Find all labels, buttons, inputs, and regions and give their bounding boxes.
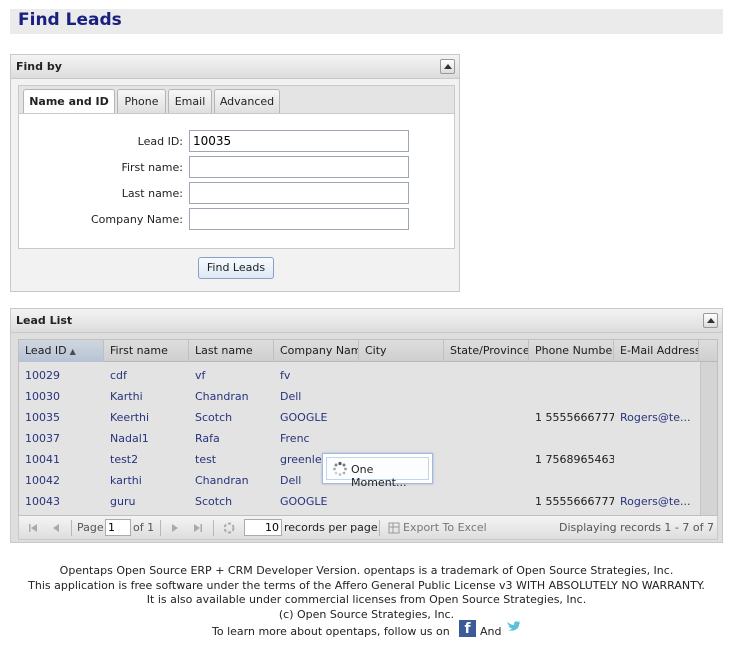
- page-count-label: of 1: [133, 521, 155, 534]
- tab-email[interactable]: Email: [168, 89, 212, 114]
- company-name-label: Company Name:: [91, 213, 183, 226]
- page-size-input[interactable]: [244, 519, 282, 536]
- next-page-icon[interactable]: [168, 521, 182, 535]
- footer: Opentaps Open Source ERP + CRM Developer…: [0, 564, 733, 623]
- first-page-icon[interactable]: [26, 521, 40, 535]
- facebook-icon[interactable]: f: [459, 620, 476, 637]
- refresh-icon[interactable]: [222, 521, 236, 535]
- and-text: And: [480, 625, 502, 638]
- page-label: Page: [77, 521, 104, 534]
- toolbar-separator: [379, 520, 380, 536]
- find-by-form: Lead ID: First name: Last name: Company …: [18, 113, 455, 249]
- tab-name-and-id[interactable]: Name and ID: [23, 89, 115, 115]
- lead-grid: Lead ID ▲ First name Last name Company Na…: [18, 339, 718, 516]
- page-title: Find Leads: [18, 10, 122, 30]
- last-name-label: Last name:: [121, 187, 183, 200]
- chevron-up-icon: [707, 318, 715, 323]
- lead-id-label: Lead ID:: [137, 135, 183, 148]
- follow-us: To learn more about opentaps, follow us …: [0, 620, 733, 642]
- last-page-icon[interactable]: [191, 521, 205, 535]
- find-by-tabs: Name and ID Phone Email Advanced: [18, 85, 455, 115]
- collapse-find-by-button[interactable]: [440, 59, 455, 74]
- lead-id-input[interactable]: [189, 130, 409, 152]
- spinner-icon: [333, 461, 347, 476]
- export-excel-button[interactable]: Export To Excel: [403, 521, 487, 534]
- lead-list-header: Lead List: [11, 309, 722, 333]
- loading-indicator: One Moment...: [322, 453, 433, 489]
- toolbar-separator: [160, 520, 161, 536]
- loading-box: One Moment...: [326, 457, 429, 489]
- find-by-title: Find by: [16, 60, 62, 73]
- records-per-page-label: records per page.: [284, 521, 382, 534]
- first-name-label: First name:: [121, 161, 183, 174]
- loading-text: One Moment...: [351, 463, 407, 489]
- find-by-panel: Find by Name and ID Phone Email Advanced…: [10, 54, 460, 292]
- first-name-input[interactable]: [189, 156, 409, 178]
- displaying-records-label: Displaying records 1 - 7 of 7: [559, 521, 714, 534]
- collapse-lead-list-button[interactable]: [703, 313, 718, 328]
- lead-list-panel: Lead List Lead ID ▲ First name Last name …: [10, 308, 723, 543]
- lead-list-title: Lead List: [16, 314, 73, 327]
- follow-us-text: To learn more about opentaps, follow us …: [212, 625, 450, 638]
- company-name-input[interactable]: [189, 208, 409, 230]
- previous-page-icon[interactable]: [49, 521, 63, 535]
- chevron-up-icon: [444, 64, 452, 69]
- footer-line: Opentaps Open Source ERP + CRM Developer…: [59, 564, 674, 577]
- toolbar-separator: [213, 520, 214, 536]
- twitter-icon[interactable]: [505, 619, 521, 633]
- export-excel-icon: [388, 522, 400, 534]
- find-leads-button[interactable]: Find Leads: [198, 257, 274, 279]
- footer-line: This application is free software under …: [28, 578, 705, 592]
- page-header: Find Leads: [10, 9, 723, 34]
- footer-line: It is also available under commercial li…: [146, 593, 587, 607]
- paging-toolbar: Page of 1 records per page. Export To Ex…: [18, 516, 718, 540]
- last-name-input[interactable]: [189, 182, 409, 204]
- tab-phone[interactable]: Phone: [117, 89, 166, 114]
- page-number-input[interactable]: [105, 519, 131, 536]
- toolbar-separator: [71, 520, 72, 536]
- loading-mask: [19, 340, 717, 515]
- tab-advanced[interactable]: Advanced: [214, 89, 280, 114]
- find-by-header: Find by: [11, 55, 459, 79]
